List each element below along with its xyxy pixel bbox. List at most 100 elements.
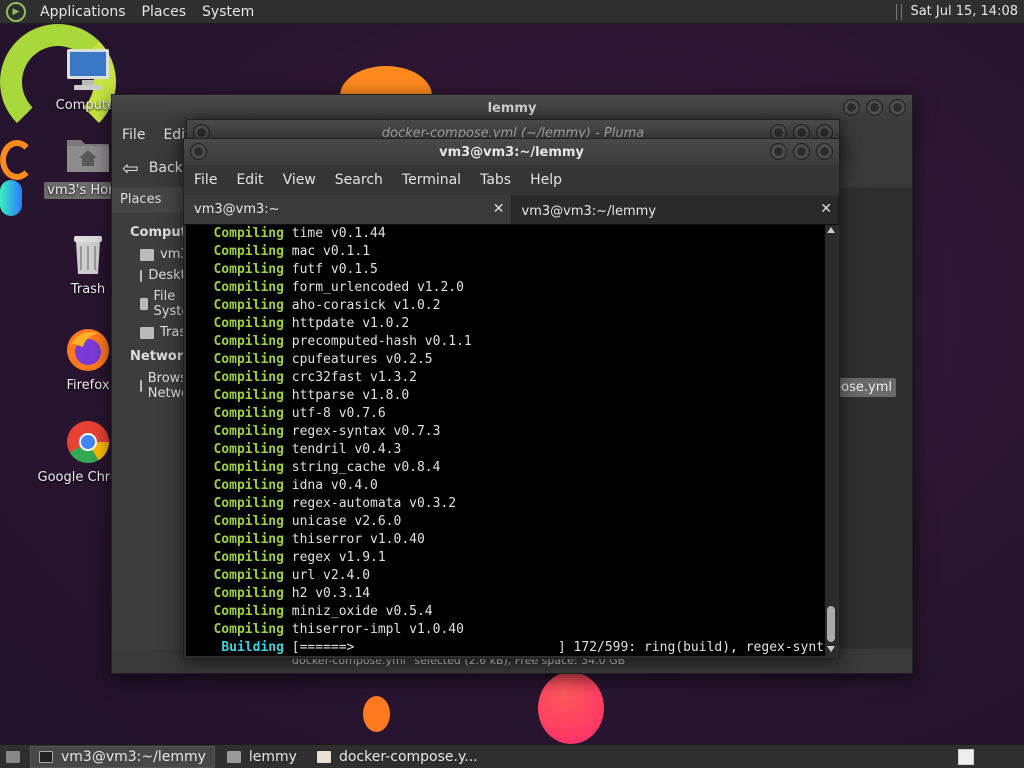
compile-crate: string_cache v0.8.4 [283,460,441,475]
compile-keyword: Compiling [190,316,284,331]
terminal-line: Compiling time v0.1.44 [190,225,825,243]
compile-crate: mac v0.1.1 [283,244,371,259]
window-title: lemmy [487,100,537,116]
menu-help[interactable]: Help [530,172,562,188]
compile-keyword: Compiling [190,298,284,313]
scroll-thumb[interactable] [827,606,835,642]
terminal-line: Compiling thiserror v1.0.40 [190,531,825,549]
menu-search[interactable]: Search [335,172,383,188]
home-folder-icon [64,130,112,178]
taskbar-item-terminal[interactable]: vm3@vm3:~/lemmy [30,745,215,768]
terminal-line: Compiling utf-8 v0.7.6 [190,405,825,423]
close-tab-icon[interactable]: ✕ [493,201,505,217]
compile-keyword: Compiling [190,388,284,403]
compile-keyword: Compiling [190,478,284,493]
compile-keyword: Compiling [190,514,284,529]
terminal-line: Compiling h2 v0.3.14 [190,585,825,603]
close-button[interactable] [816,143,833,160]
terminal-line: Compiling mac v0.1.1 [190,243,825,261]
build-progress-line: Building [======> ] 172/599: ring(build)… [190,639,825,656]
menu-applications[interactable]: Applications [32,0,134,24]
compile-crate: url v2.4.0 [283,568,371,583]
menu-places[interactable]: Places [134,0,195,24]
menu-view[interactable]: View [283,172,316,188]
bottom-panel: vm3@vm3:~/lemmy lemmy docker-compose.y..… [0,744,1024,768]
taskbar-item-files[interactable]: lemmy [219,746,305,768]
menu-system[interactable]: System [194,0,262,24]
panel-separator [896,3,903,20]
taskbar-label: docker-compose.y... [338,748,478,765]
scroll-up-icon[interactable] [827,227,835,233]
terminal-line: Compiling unicase v2.6.0 [190,513,825,531]
back-button[interactable]: ⇦ Back [122,156,183,180]
back-arrow-icon: ⇦ [122,156,139,180]
top-panel: ▶ Applications Places System Sat Jul 15,… [0,0,1024,24]
terminal-output[interactable]: Compiling time v0.1.44 Compiling mac v0.… [186,225,825,656]
terminal-line: Compiling crc32fast v1.3.2 [190,369,825,387]
terminal-line: Compiling regex-syntax v0.7.3 [190,423,825,441]
scrollbar[interactable] [825,225,837,656]
desktop-icon-label: Trash [70,282,106,297]
desktop-icon [140,269,143,282]
titlebar[interactable]: vm3@vm3:~/lemmy [184,139,839,165]
compile-crate: unicase v2.6.0 [283,514,402,529]
taskbar-label: lemmy [248,748,297,765]
compile-keyword: Compiling [190,586,284,601]
compile-crate: h2 v0.3.14 [283,586,371,601]
folder-icon [226,750,241,763]
menu-file[interactable]: File [122,127,145,143]
back-label: Back [148,160,183,176]
terminal-line: Compiling thiserror-impl v1.0.40 [190,621,825,639]
terminal-line: Compiling miniz_oxide v0.5.4 [190,603,825,621]
tab-lemmy[interactable]: vm3@vm3:~/lemmy ✕ [511,195,839,224]
compile-keyword: Compiling [190,370,284,385]
close-tab-icon[interactable]: ✕ [820,201,832,217]
compile-crate: futf v0.1.5 [283,262,378,277]
compile-crate: regex v1.9.1 [283,550,386,565]
compile-crate: httparse v1.8.0 [283,388,410,403]
titlebar[interactable]: lemmy [112,95,912,121]
show-desktop-button[interactable] [0,746,26,768]
maximize-button[interactable] [793,143,810,160]
compile-crate: form_urlencoded v1.2.0 [283,280,464,295]
terminal-line: Compiling httparse v1.8.0 [190,387,825,405]
taskbar-item-pluma[interactable]: docker-compose.y... [309,746,486,768]
chrome-icon [64,418,112,466]
compile-crate: tendril v0.4.3 [283,442,402,457]
compile-keyword: Compiling [190,280,284,295]
wallpaper-blob [0,180,22,216]
tab-home[interactable]: vm3@vm3:~ ✕ [184,195,512,224]
close-button[interactable] [889,99,906,116]
compile-crate: httpdate v1.0.2 [283,316,410,331]
minimize-button[interactable] [770,143,787,160]
mate-logo-icon[interactable]: ▶ [6,1,26,22]
menu-file[interactable]: File [194,172,217,188]
menu-edit[interactable]: Edit [236,172,263,188]
compile-keyword: Compiling [190,406,284,421]
terminal-line: Compiling idna v0.4.0 [190,477,825,495]
terminal-icon [39,750,53,763]
compile-keyword: Compiling [190,532,284,547]
scroll-down-icon[interactable] [827,646,835,652]
tab-label: vm3@vm3:~/lemmy [521,204,657,219]
text-editor-icon [316,750,331,763]
minimize-button[interactable] [843,99,860,116]
compile-crate: idna v0.4.0 [283,478,378,493]
menu-tabs[interactable]: Tabs [480,172,511,188]
compile-crate: aho-corasick v1.0.2 [283,298,441,313]
desktop-icon-label: Firefox [66,378,110,393]
menu-terminal[interactable]: Terminal [402,172,461,188]
compile-keyword: Compiling [190,550,284,565]
terminal-line: Compiling aho-corasick v1.0.2 [190,297,825,315]
clock[interactable]: Sat Jul 15, 14:08 [910,4,1024,19]
firefox-icon [64,326,112,374]
terminal-line: Compiling url v2.4.0 [190,567,825,585]
compile-crate: crc32fast v1.3.2 [283,370,417,385]
compile-keyword: Compiling [190,496,284,511]
compile-crate: regex-syntax v0.7.3 [283,424,441,439]
maximize-button[interactable] [866,99,883,116]
workspace-switcher[interactable] [958,748,974,765]
compile-keyword: Compiling [190,262,284,277]
terminal-line: Compiling regex-automata v0.3.2 [190,495,825,513]
trash-icon [64,230,112,278]
